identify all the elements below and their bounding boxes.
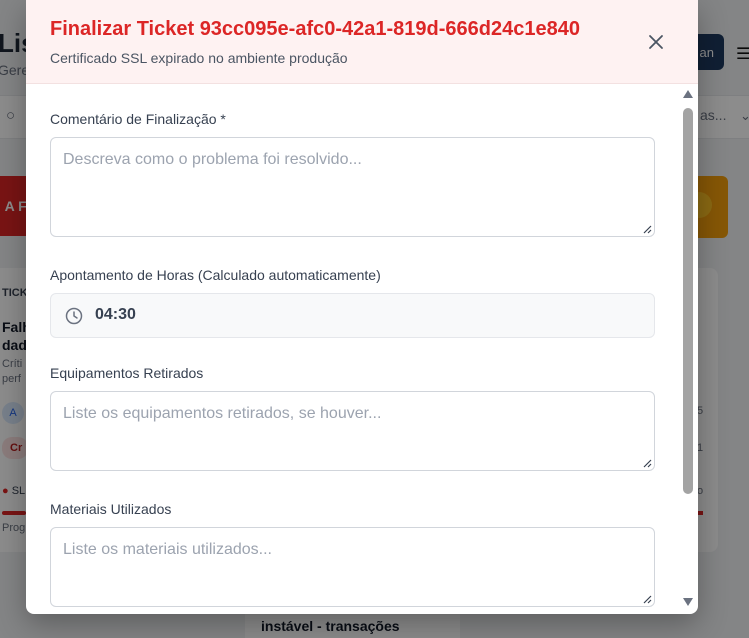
equipment-placeholder: Liste os equipamentos retirados, se houv… <box>63 405 382 422</box>
modal-subtitle: Certificado SSL expirado no ambiente pro… <box>50 50 348 66</box>
modal-title: Finalizar Ticket 93cc095e-afc0-42a1-819d… <box>50 18 580 40</box>
modal-header: Finalizar Ticket 93cc095e-afc0-42a1-819d… <box>26 0 698 84</box>
materials-placeholder: Liste os materiais utilizados... <box>63 541 272 558</box>
close-button[interactable] <box>644 30 668 54</box>
scroll-up-arrow-icon[interactable] <box>683 90 693 98</box>
resize-grip-icon[interactable] <box>642 458 652 468</box>
resize-grip-icon[interactable] <box>642 594 652 604</box>
clock-icon <box>65 307 83 325</box>
resize-grip-icon[interactable] <box>642 224 652 234</box>
equipment-label: Equipamentos Retirados <box>50 365 204 381</box>
equipment-textarea[interactable]: Liste os equipamentos retirados, se houv… <box>50 391 655 471</box>
hours-label: Apontamento de Horas (Calculado automati… <box>50 267 381 283</box>
scroll-down-arrow-icon[interactable] <box>683 598 693 606</box>
comment-textarea[interactable]: Descreva como o problema foi resolvido..… <box>50 137 655 237</box>
modal-body: Comentário de Finalização * Descreva com… <box>26 84 678 614</box>
close-icon <box>649 35 663 49</box>
comment-placeholder: Descreva como o problema foi resolvido..… <box>63 151 362 168</box>
scrollbar-thumb[interactable] <box>683 108 693 494</box>
scrollbar[interactable] <box>680 88 696 612</box>
materials-textarea[interactable]: Liste os materiais utilizados... <box>50 527 655 607</box>
finalize-ticket-modal: Finalizar Ticket 93cc095e-afc0-42a1-819d… <box>26 0 698 614</box>
hours-field: 04:30 <box>50 293 655 338</box>
materials-label: Materiais Utilizados <box>50 501 172 517</box>
comment-label: Comentário de Finalização * <box>50 111 226 127</box>
hours-value: 04:30 <box>95 306 136 323</box>
